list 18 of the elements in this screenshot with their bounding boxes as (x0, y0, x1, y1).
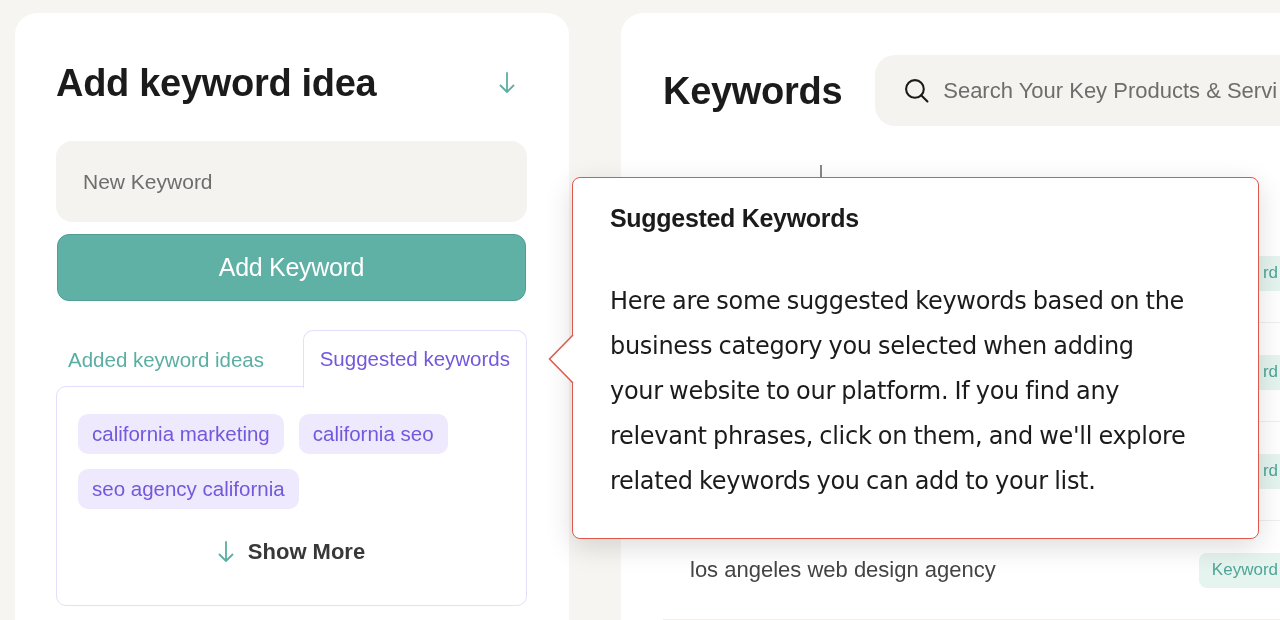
search-icon (904, 78, 930, 103)
popover-title: Suggested Keywords (610, 203, 860, 234)
panel-title: Keywords (663, 68, 843, 114)
add-keyword-button[interactable]: Add Keyword (57, 234, 526, 301)
popover-text: Here are some suggested keywords based on the business category you selected when adding your website to our platform. If you find any relevant phrases, click on them, and we'll explore related keywords you can add to your list. (610, 286, 1187, 497)
panel-title: Add keyword idea (56, 61, 377, 106)
search-field[interactable]: Search Your Key Products & Servi (875, 55, 1280, 126)
arrow-down-icon (217, 541, 234, 563)
tab[interactable]: Suggested keywords (302, 330, 527, 388)
source-tag: Keyword (1198, 552, 1280, 588)
keyword-chip[interactable]: california marketing (78, 414, 284, 454)
keyword-chip[interactable]: seo agency california (78, 469, 299, 509)
tab[interactable]: Added keyword ideas (56, 331, 276, 388)
keyword-chip[interactable]: california seo (298, 414, 448, 454)
show-more-button[interactable]: Show More (247, 539, 366, 565)
keyword-cell: los angeles web design agency (690, 557, 996, 582)
keyword-input-field[interactable]: New Keyword (56, 141, 527, 222)
arrow-down-icon[interactable] (499, 72, 515, 94)
